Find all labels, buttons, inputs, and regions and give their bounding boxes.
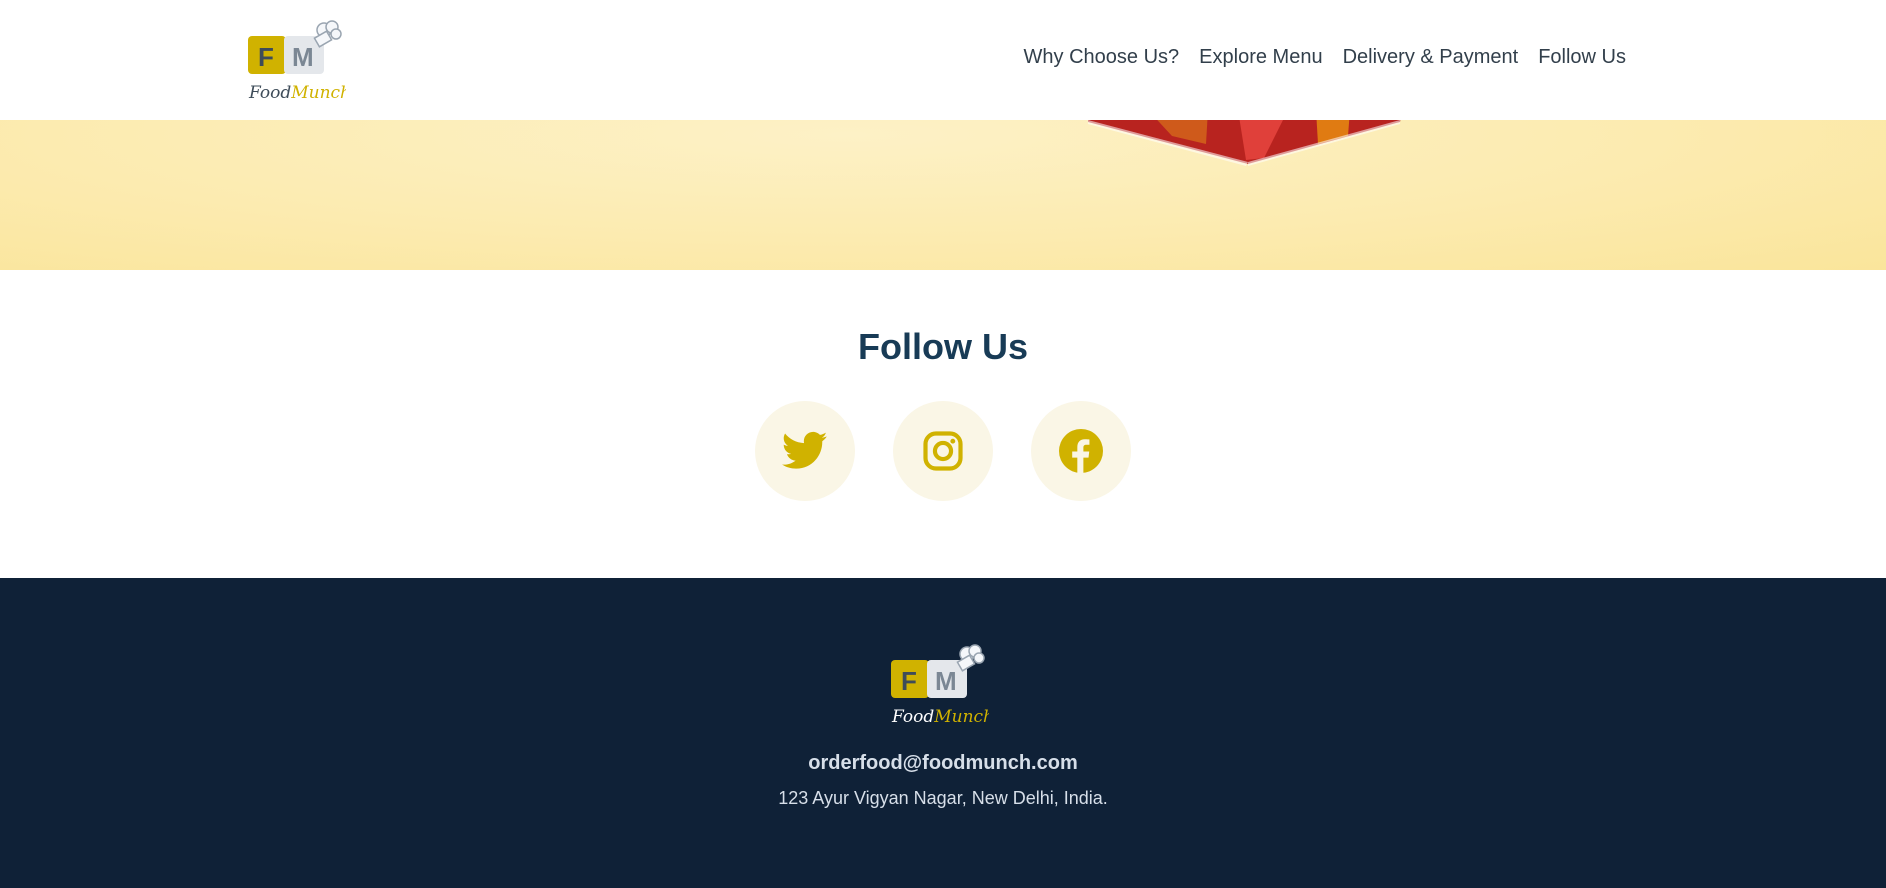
nav-link-why-choose-us[interactable]: Why Choose Us? (1024, 46, 1180, 69)
logo-graphic: F M FoodMunch (248, 20, 351, 103)
svg-text:F: F (258, 42, 274, 72)
banner-strip (0, 120, 1886, 270)
chef-hat-icon (956, 644, 985, 672)
footer: F M FoodMunch orderfood@foodmunch.com 12… (0, 578, 1886, 888)
nav-link-explore-menu[interactable]: Explore Menu (1199, 46, 1322, 69)
food-plate-image (1088, 120, 1401, 166)
svg-text:M: M (292, 42, 314, 72)
social-icons-row (0, 401, 1886, 501)
foodmunch-logo[interactable]: F M FoodMunch (246, 18, 351, 108)
svg-text:M: M (935, 666, 957, 696)
svg-text:FoodMunch: FoodMunch (891, 707, 989, 727)
footer-logo-graphic: F M FoodMunch (891, 644, 994, 727)
navbar: F M FoodMunch Why Choose Us? Explore Men… (0, 0, 1886, 120)
twitter-icon (782, 431, 828, 469)
svg-text:FoodMunch: FoodMunch (248, 83, 346, 103)
facebook-button[interactable] (1031, 401, 1131, 501)
nav-link-follow-us[interactable]: Follow Us (1538, 46, 1626, 69)
footer-address: 123 Ayur Vigyan Nagar, New Delhi, India. (778, 788, 1108, 808)
instagram-icon (923, 431, 963, 471)
nav-link-delivery-payment[interactable]: Delivery & Payment (1343, 46, 1519, 69)
facebook-icon (1059, 429, 1103, 473)
footer-email[interactable]: orderfood@foodmunch.com (0, 752, 1886, 775)
follow-us-section: Follow Us (0, 270, 1886, 578)
follow-us-heading: Follow Us (858, 326, 1028, 367)
nav-links: Why Choose Us? Explore Menu Delivery & P… (1024, 46, 1626, 69)
footer-logo[interactable]: F M FoodMunch (889, 642, 994, 732)
twitter-button[interactable] (755, 401, 855, 501)
instagram-button[interactable] (893, 401, 993, 501)
chef-hat-icon (313, 20, 342, 48)
svg-text:F: F (901, 666, 917, 696)
